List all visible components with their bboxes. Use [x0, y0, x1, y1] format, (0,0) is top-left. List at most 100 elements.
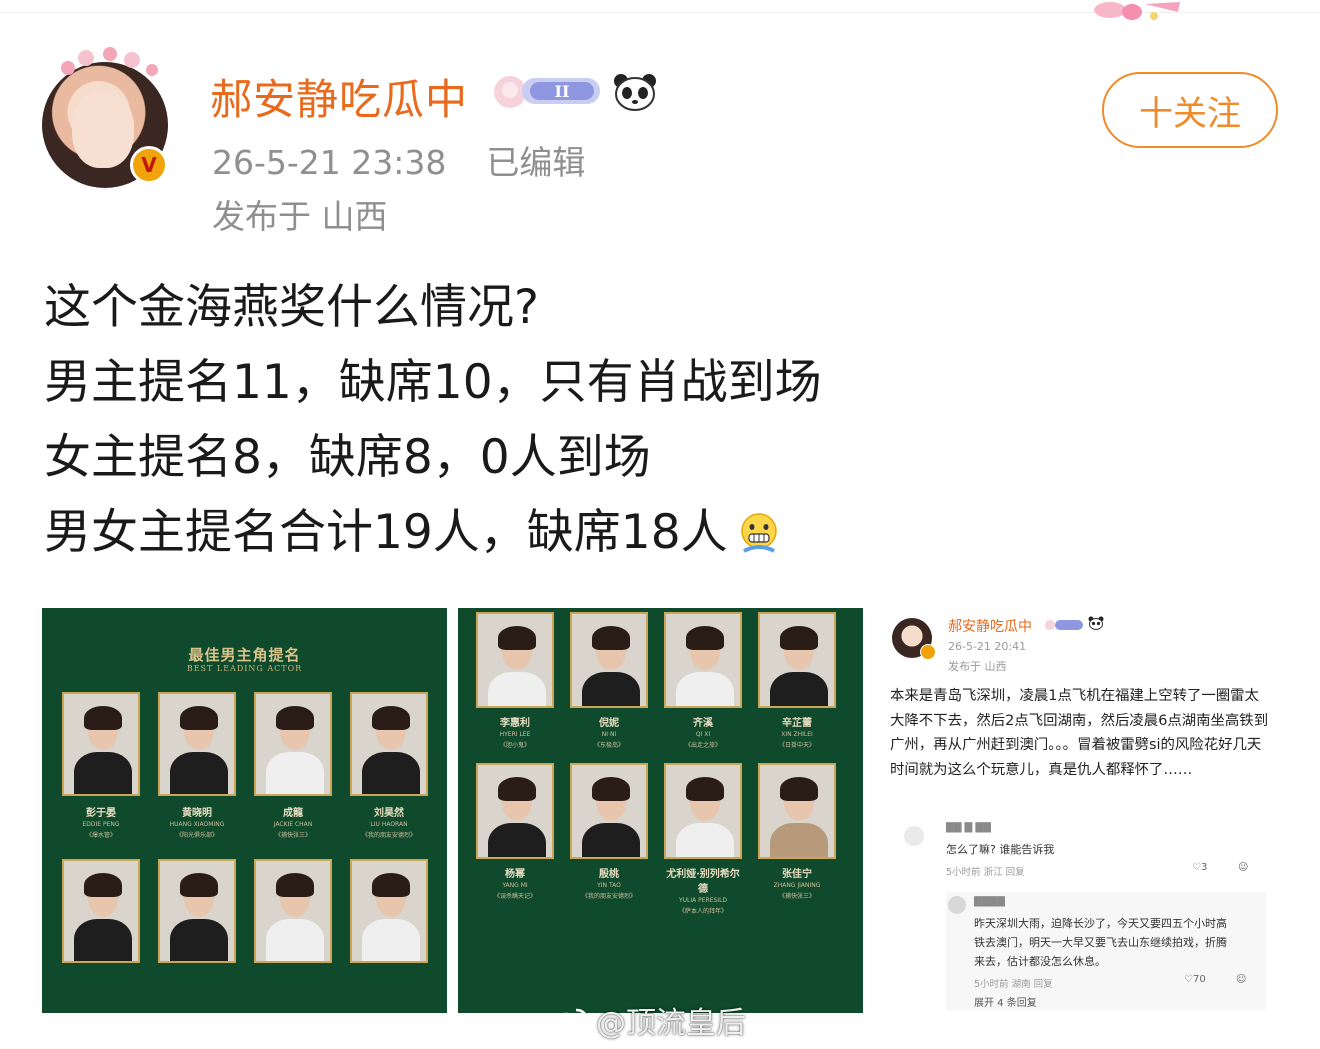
nominee-name: 成龍	[283, 808, 303, 819]
nominee-name: 刘昊然	[374, 808, 404, 819]
nominee-card	[158, 859, 236, 963]
nominee-card: 倪妮 NI NI 《东极岛》	[570, 612, 648, 749]
nominee-name: 辛芷蕾	[782, 718, 812, 729]
nominee-name-en: NI NI	[601, 731, 617, 738]
reply-text-line-2: 铁去澳门，明天一大早又要飞去山东继续拍戏，折腾	[974, 936, 1227, 949]
nominee-film: 《误杀瞒天记》	[493, 893, 536, 900]
nominee-photo	[664, 612, 742, 708]
nominee-film: 《出走之旅》	[684, 742, 721, 749]
nominee-name-en: XIN ZHILEI	[781, 731, 813, 738]
screenshot-location: 发布于 山西	[948, 660, 1007, 673]
nominee-name: 张佳宁	[782, 869, 812, 880]
nominee-card: 张佳宁 ZHANG JIANING 《捕快张三》	[758, 763, 836, 915]
comment-emoji-icon: ☺	[1238, 862, 1249, 873]
watermark-text: @顶流皇后	[596, 1006, 746, 1041]
nominee-name-en: JACKIE CHAN	[273, 821, 313, 828]
svg-text:II: II	[555, 82, 570, 101]
post-line-4-text: 男女主提名合计19人，缺席18人	[44, 505, 728, 560]
more-replies-link: 展开 4 条回复	[974, 998, 1037, 1009]
avatar-face	[72, 90, 134, 168]
edited-label: 已编辑	[486, 143, 586, 182]
nominee-name: 杨幂	[505, 869, 525, 880]
nominee-photo	[62, 692, 140, 796]
nominee-film: 《阳光俱乐部》	[175, 832, 218, 839]
poster-subtitle: BEST LEADING ACTOR	[186, 664, 303, 673]
poster-title: 最佳男主角提名	[188, 646, 301, 664]
nominee-card	[350, 859, 428, 963]
nominee-film: 《我的朋友安德烈》	[361, 832, 416, 839]
screenshot-member-badge-icon	[1045, 620, 1083, 630]
decoration-icon	[1094, 2, 1180, 20]
post-line-2: 男主提名11，缺席10，只有肖战到场	[44, 355, 822, 410]
post-line-3: 女主提名8，缺席8，0人到场	[44, 430, 651, 485]
nominee-photo	[758, 612, 836, 708]
nominee-photo	[476, 612, 554, 708]
nominee-name-en: HYERI LEE	[499, 731, 531, 738]
nominee-film: 《捕快张三》	[274, 832, 311, 839]
nominee-grid: 彭于晏 EDDIE PENG 《爆水管》 黄晓明 HUANG XIAOMING 《阳光俱…	[62, 692, 428, 963]
post-text: 这个金海燕奖什么情况? 男主提名11，缺席10，只有肖战到场 女主提名8，缺席8…	[44, 270, 822, 570]
nominee-card: 成龍 JACKIE CHAN 《捕快张三》	[254, 692, 332, 839]
username[interactable]: 郝安静吃瓜中	[210, 66, 468, 127]
nominee-photo	[476, 763, 554, 859]
post-meta: 26-5-21 23:38 已编辑	[212, 136, 585, 184]
reply-text-line-1: 昨天深圳大雨，迫降长沙了，今天又要四五个小时高	[974, 917, 1227, 930]
nominee-film: 《日掛中天》	[778, 742, 815, 749]
reply-avatar	[948, 896, 966, 914]
post-image-1[interactable]: 最佳男主角提名 BEST LEADING ACTOR 彭于晏 EDDIE PENG…	[42, 608, 447, 1013]
nominee-name: 尤利娅·别列希尔德	[666, 869, 740, 895]
nominee-film: 《萨本人的拜年》	[678, 908, 727, 915]
screenshot-comments: ▇▇ ▇ ▇▇ 怎么了嘛? 谁能告诉我 5小时前 浙江 回复 ♡3 ☺ ▇▇▇▇…	[902, 816, 1266, 1010]
reply-text-line-3: 来去，估计都没怎么休息。	[974, 955, 1106, 968]
nominee-name: 倪妮	[599, 718, 619, 729]
awkward-emoji-icon	[740, 512, 777, 553]
nominee-name-en: YIN TAO	[597, 882, 621, 889]
screenshot-panda-icon	[1088, 616, 1104, 630]
post-image-2[interactable]: 李惠利 HYERI LEE 《胆小鬼》 倪妮 NI NI 《东极岛》 齐溪 QI XI 《出…	[458, 608, 863, 1013]
reply-like-count: 70	[1192, 974, 1206, 985]
nominee-photo	[570, 763, 648, 859]
reply-box: ▇▇▇▇ 昨天深圳大雨，迫降长沙了，今天又要四五个小时高 铁去澳门，明天一大早又…	[946, 892, 1266, 1010]
nominee-card: 黄晓明 HUANG XIAOMING 《阳光俱乐部》	[158, 692, 236, 839]
screenshot-timestamp: 26-5-21 20:41	[948, 640, 1027, 653]
post-image-3[interactable]: 郝安静吃瓜中 26-5-21 20:41 发布于 山西 本来是青岛飞深圳，凌晨1…	[874, 608, 1279, 1013]
nominee-film: 《我的朋友安德烈》	[581, 893, 636, 900]
screenshot-username: 郝安静吃瓜中	[948, 619, 1032, 635]
nominee-photo	[158, 692, 236, 796]
comment-avatar	[904, 826, 924, 846]
post-timestamp: 26-5-21 23:38	[212, 143, 447, 182]
panda-icon	[614, 74, 656, 111]
nominee-name: 黄晓明	[182, 808, 212, 819]
nominee-card: 尤利娅·别列希尔德 YULIA PERESILD 《萨本人的拜年》	[664, 763, 742, 915]
comment-like-count: 3	[1200, 862, 1208, 873]
nominee-name-en: EDDIE PENG	[82, 821, 120, 828]
flower-crown-icon	[61, 47, 158, 76]
screenshot-verified-icon	[920, 644, 936, 660]
nominee-photo	[350, 859, 428, 963]
reply-username: ▇▇▇▇	[974, 896, 1005, 907]
nominee-card: 李惠利 HYERI LEE 《胆小鬼》	[476, 612, 554, 749]
follow-button[interactable]: 十关注	[1102, 72, 1278, 148]
nominee-name-en: LIU HAORAN	[370, 821, 408, 828]
nominee-photo	[570, 612, 648, 708]
nominee-card: 齐溪 QI XI 《出走之旅》	[664, 612, 742, 749]
nominee-name: 彭于晏	[86, 808, 116, 819]
post-location: 发布于 山西	[212, 197, 388, 236]
reply-meta: 5小时前 湖南 回复	[974, 979, 1053, 990]
screenshot-body: 本来是青岛飞深圳，凌晨1点飞机在福建上空转了一圈雷太大降不下去，然后2点飞回湖南…	[890, 688, 1269, 778]
nominee-name-en: QI XI	[695, 731, 711, 738]
verified-badge-icon: V	[130, 146, 168, 184]
watermark: @顶流皇后	[548, 998, 746, 1042]
nominee-name-en: YULIA PERESILD	[678, 897, 728, 904]
nominee-photo	[158, 859, 236, 963]
reply-likes: ♡70	[1184, 974, 1206, 985]
nominee-card: 殷桃 YIN TAO 《我的朋友安德烈》	[570, 763, 648, 915]
weibo-logo-icon	[549, 1008, 588, 1036]
reply-emoji-icon: ☺	[1236, 974, 1247, 985]
nominee-film: 《胆小鬼》	[499, 742, 530, 749]
nominee-card: 刘昊然 LIU HAORAN 《我的朋友安德烈》	[350, 692, 428, 839]
comment-text: 怎么了嘛? 谁能告诉我	[946, 843, 1055, 856]
nominee-card: 辛芷蕾 XIN ZHILEI 《日掛中天》	[758, 612, 836, 749]
member-level-badge-icon[interactable]: II	[490, 70, 604, 114]
nominee-photo	[350, 692, 428, 796]
